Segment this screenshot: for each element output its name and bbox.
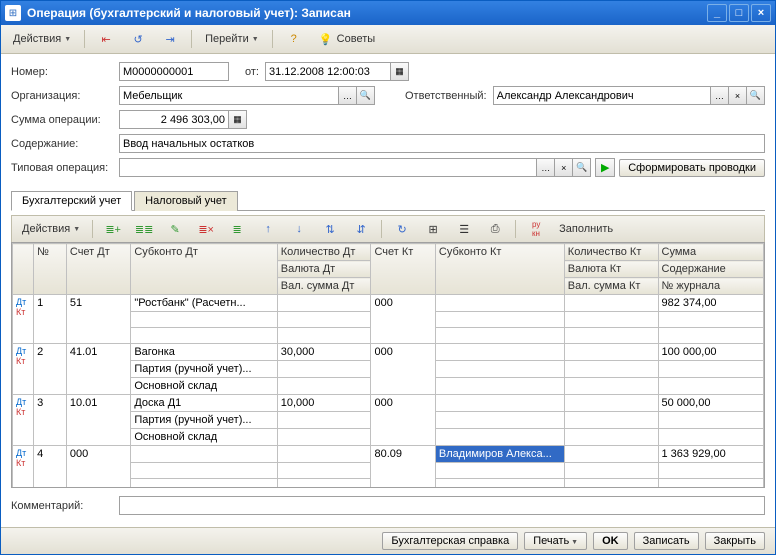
grid-filter-icon[interactable]: ☰ bbox=[450, 218, 478, 240]
col-qty-dt[interactable]: Количество Дт bbox=[277, 244, 371, 261]
close-form-button[interactable]: Закрыть bbox=[705, 532, 765, 550]
actions-menu[interactable]: Действия bbox=[7, 30, 77, 48]
grid-toolbar: Действия ≣+ ≣≣ ✎ ≣× ≣ ↑ ↓ ⇅ ⇵ ↻ ⊞ ☰ ⎙ ру… bbox=[11, 215, 765, 242]
refresh-icon[interactable]: ↺ bbox=[124, 28, 152, 50]
move-up-icon[interactable]: ↑ bbox=[254, 218, 282, 240]
resp-select-icon[interactable]: … bbox=[711, 86, 729, 105]
grid-export-icon[interactable]: ⎙ bbox=[481, 218, 509, 240]
copy-row-icon[interactable]: ≣≣ bbox=[130, 218, 158, 240]
tab-tax[interactable]: Налоговый учет bbox=[134, 191, 238, 211]
fill-button[interactable]: Заполнить bbox=[553, 220, 619, 238]
content-label: Содержание: bbox=[11, 138, 119, 150]
sum-input[interactable] bbox=[119, 110, 229, 129]
col-vsum-dt[interactable]: Вал. сумма Дт bbox=[277, 278, 371, 295]
col-vsum-kt[interactable]: Вал. сумма Кт bbox=[564, 278, 658, 295]
sort-asc-icon[interactable]: ⇅ bbox=[316, 218, 344, 240]
from-label: от: bbox=[245, 66, 259, 78]
col-qty-kt[interactable]: Количество Кт bbox=[564, 244, 658, 261]
col-acc-dt[interactable]: Счет Дт bbox=[66, 244, 130, 295]
resp-clear-icon[interactable]: × bbox=[729, 86, 747, 105]
typeop-input[interactable] bbox=[119, 158, 537, 177]
col-cur-kt[interactable]: Валюта Кт bbox=[564, 261, 658, 278]
ref-button[interactable]: Бухгалтерская справка bbox=[382, 532, 518, 550]
org-input[interactable] bbox=[119, 86, 339, 105]
row-marker: ДтКт bbox=[13, 295, 34, 344]
typeop-label: Типовая операция: bbox=[11, 162, 119, 174]
comment-label: Комментарий: bbox=[11, 500, 119, 512]
comment-input[interactable] bbox=[119, 496, 765, 515]
maximize-button[interactable]: □ bbox=[729, 4, 749, 22]
app-icon: ⊞ bbox=[5, 5, 21, 21]
minimize-button[interactable]: _ bbox=[707, 4, 727, 22]
ok-button[interactable]: OK bbox=[593, 532, 628, 550]
col-n[interactable]: № bbox=[34, 244, 67, 295]
add-row-icon[interactable]: ≣+ bbox=[99, 218, 127, 240]
org-select-icon[interactable]: … bbox=[339, 86, 357, 105]
delete-row-icon[interactable]: ≣× bbox=[192, 218, 220, 240]
grid-actions-menu[interactable]: Действия bbox=[16, 220, 86, 238]
print-button[interactable]: Печать bbox=[524, 532, 587, 550]
tabstrip: Бухгалтерский учет Налоговый учет bbox=[11, 190, 765, 211]
content-input[interactable] bbox=[119, 134, 765, 153]
calendar-icon[interactable]: ▦ bbox=[391, 62, 409, 81]
sum-label: Сумма операции: bbox=[11, 114, 119, 126]
col-sub-dt[interactable]: Субконто Дт bbox=[131, 244, 277, 295]
col-cur-dt[interactable]: Валюта Дт bbox=[277, 261, 371, 278]
nav-back-icon[interactable]: ⇤ bbox=[92, 28, 120, 50]
tips-button[interactable]: 💡Советы bbox=[312, 28, 381, 50]
edit-row-icon[interactable]: ✎ bbox=[161, 218, 189, 240]
col-sub-kt[interactable]: Субконто Кт bbox=[435, 244, 564, 295]
goto-menu[interactable]: Перейти bbox=[199, 30, 265, 48]
sort-desc-icon[interactable]: ⇵ bbox=[347, 218, 375, 240]
typeop-clear-icon[interactable]: × bbox=[555, 158, 573, 177]
refresh-grid-icon[interactable]: ↻ bbox=[388, 218, 416, 240]
number-input[interactable] bbox=[119, 62, 229, 81]
window-title: Операция (бухгалтерский и налоговый учет… bbox=[27, 6, 707, 20]
row-marker: ДтКт bbox=[13, 395, 34, 446]
grid[interactable]: № Счет Дт Субконто Дт Количество Дт Счет… bbox=[11, 242, 765, 488]
number-label: Номер: bbox=[11, 66, 119, 78]
titlebar: ⊞ Операция (бухгалтерский и налоговый уч… bbox=[1, 1, 775, 25]
help-icon[interactable]: ? bbox=[280, 28, 308, 50]
col-journal[interactable]: № журнала bbox=[658, 278, 764, 295]
org-open-icon[interactable]: 🔍 bbox=[357, 86, 375, 105]
form-entries-button[interactable]: Сформировать проводки bbox=[619, 159, 765, 177]
tab-accounting[interactable]: Бухгалтерский учет bbox=[11, 191, 132, 211]
grid-settings-icon[interactable]: ⊞ bbox=[419, 218, 447, 240]
button-bar: Бухгалтерская справка Печать OK Записать… bbox=[1, 527, 775, 554]
play-icon[interactable]: ▶ bbox=[595, 158, 615, 177]
resp-input[interactable] bbox=[493, 86, 711, 105]
table-row[interactable]: ДтКт 1 51 "Ростбанк" (Расчетн... 000 982… bbox=[13, 295, 764, 312]
move-down-icon[interactable]: ↓ bbox=[285, 218, 313, 240]
org-label: Организация: bbox=[11, 90, 119, 102]
calc-icon[interactable]: ▦ bbox=[229, 110, 247, 129]
currency-icon[interactable]: рукн bbox=[522, 218, 550, 240]
save-button[interactable]: Записать bbox=[634, 532, 699, 550]
col-sum[interactable]: Сумма bbox=[658, 244, 764, 261]
resp-label: Ответственный: bbox=[405, 90, 487, 102]
close-button[interactable]: × bbox=[751, 4, 771, 22]
col-acc-kt[interactable]: Счет Кт bbox=[371, 244, 435, 295]
row-marker: ДтКт bbox=[13, 446, 34, 489]
resp-open-icon[interactable]: 🔍 bbox=[747, 86, 765, 105]
typeop-select-icon[interactable]: … bbox=[537, 158, 555, 177]
main-toolbar: Действия ⇤ ↺ ⇥ Перейти ? 💡Советы bbox=[1, 25, 775, 54]
date-input[interactable] bbox=[265, 62, 391, 81]
typeop-open-icon[interactable]: 🔍 bbox=[573, 158, 591, 177]
table-row[interactable]: ДтКт 2 41.01 Вагонка 30,000 000 100 000,… bbox=[13, 344, 764, 361]
sort-icon[interactable]: ≣ bbox=[223, 218, 251, 240]
nav-fwd-icon[interactable]: ⇥ bbox=[156, 28, 184, 50]
table-row[interactable]: ДтКт 3 10.01 Доска Д1 10,000 000 50 000,… bbox=[13, 395, 764, 412]
table-row[interactable]: ДтКт 4 000 80.09 Владимиров Алекса... 1 … bbox=[13, 446, 764, 463]
col-content[interactable]: Содержание bbox=[658, 261, 764, 278]
row-marker: ДтКт bbox=[13, 344, 34, 395]
